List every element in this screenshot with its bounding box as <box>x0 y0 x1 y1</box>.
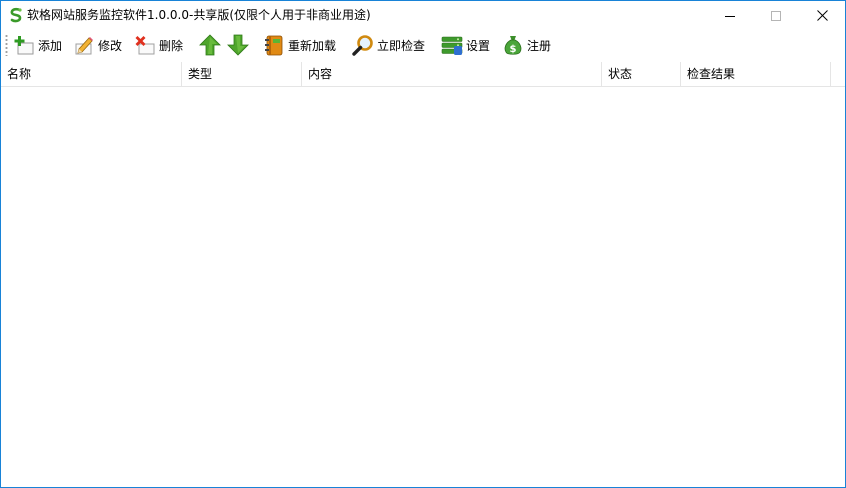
add-button[interactable]: 添加 <box>13 31 62 59</box>
delete-label: 删除 <box>159 38 184 53</box>
column-header-name[interactable]: 名称 <box>1 62 182 87</box>
reload-button[interactable]: 重新加载 <box>263 31 336 59</box>
table-header: 名称 类型 内容 状态 检查结果 <box>1 62 845 87</box>
main-window: 软格网站服务监控软件1.0.0.0-共享版(仅限个人用于非商业用途) 添加 修改… <box>0 0 846 488</box>
check-now-button[interactable]: 立即检查 <box>352 31 425 59</box>
column-header-status[interactable]: 状态 <box>602 62 681 87</box>
arrow-up-icon <box>199 34 221 56</box>
register-button[interactable]: $ 注册 <box>502 31 551 59</box>
add-label: 添加 <box>38 38 63 53</box>
minimize-icon <box>725 15 735 17</box>
close-icon <box>816 10 828 21</box>
toolbar-separator <box>257 33 258 57</box>
register-label: 注册 <box>527 38 552 53</box>
magnifier-icon <box>352 35 373 56</box>
settings-label: 设置 <box>466 38 491 53</box>
app-logo-icon <box>9 7 23 23</box>
toolbar-separator <box>347 33 348 57</box>
delete-icon <box>135 36 155 55</box>
delete-button[interactable]: 删除 <box>134 31 183 59</box>
column-header-check-result[interactable]: 检查结果 <box>681 62 831 87</box>
settings-button[interactable]: 设置 <box>441 31 490 59</box>
close-button[interactable] <box>799 1 845 30</box>
reload-label: 重新加载 <box>288 38 337 53</box>
table-body[interactable] <box>1 87 845 487</box>
move-down-button[interactable] <box>227 31 249 59</box>
column-header-content[interactable]: 内容 <box>302 62 602 87</box>
server-stack-icon <box>441 36 463 55</box>
toolbar-grip[interactable] <box>5 34 8 56</box>
toolbar: 添加 修改 删除 重新加载 立即检查 设置 $ 注册 <box>1 30 845 60</box>
toolbar-separator <box>194 33 195 57</box>
add-icon <box>14 36 34 55</box>
move-up-button[interactable] <box>199 31 221 59</box>
title-bar[interactable]: 软格网站服务监控软件1.0.0.0-共享版(仅限个人用于非商业用途) <box>1 1 845 30</box>
maximize-button[interactable] <box>753 1 799 30</box>
maximize-icon <box>771 10 781 21</box>
toolbar-separator <box>435 33 436 57</box>
svg-text:$: $ <box>510 44 517 55</box>
column-header-type[interactable]: 类型 <box>182 62 302 87</box>
notebook-icon <box>265 35 283 56</box>
check-now-label: 立即检查 <box>377 38 426 53</box>
edit-label: 修改 <box>98 38 123 53</box>
edit-button[interactable]: 修改 <box>73 31 122 59</box>
window-title: 软格网站服务监控软件1.0.0.0-共享版(仅限个人用于非商业用途) <box>27 8 371 22</box>
pencil-icon <box>75 37 93 55</box>
money-bag-icon: $ <box>504 36 522 55</box>
minimize-button[interactable] <box>707 1 753 30</box>
arrow-down-icon <box>227 34 249 56</box>
